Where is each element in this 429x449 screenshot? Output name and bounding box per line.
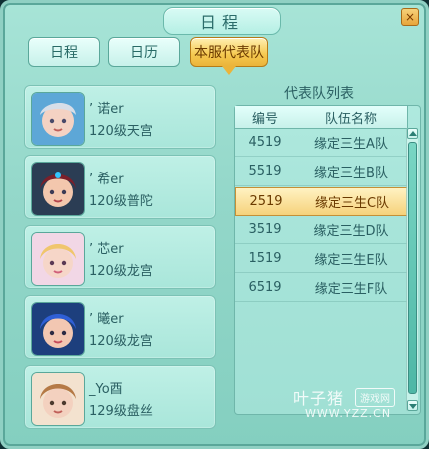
team-id: 2519	[249, 194, 283, 209]
header-name: 队伍名称	[324, 111, 377, 127]
team-id: 4519	[248, 135, 282, 150]
team-id: 6519	[248, 280, 282, 295]
team-row[interactable]: 6519 缘定三生F队	[235, 274, 407, 302]
player-name: ’ 曦er	[89, 312, 124, 327]
tab-calendar[interactable]: 日历	[108, 37, 180, 67]
player-card-1[interactable]: ’ 诺er 120级天宫	[24, 85, 216, 149]
team-scrollbar[interactable]	[406, 128, 418, 411]
header-id: 编号	[251, 111, 278, 127]
player-level: 129级盘丝	[89, 404, 153, 419]
team-table: 编号 队伍名称 4519 缘定三生A队 5519 缘定三生B队 2519 缘定三…	[234, 105, 421, 415]
avatar-icon	[31, 92, 85, 146]
watermark-tag: 游戏网	[355, 388, 395, 407]
player-list: ’ 诺er 120级天宫 ’ 希er 120级普陀 ’ 芯er 120级龙宫 ’…	[24, 85, 216, 443]
player-level: 120级龙宫	[89, 264, 153, 279]
team-name: 缘定三生C队	[314, 196, 390, 211]
scroll-up-icon[interactable]	[407, 128, 418, 139]
avatar-icon	[31, 302, 85, 356]
team-row-selected[interactable]: 2519 缘定三生C队	[235, 187, 407, 216]
player-level: 120级天宫	[89, 124, 153, 139]
close-icon: ×	[404, 10, 416, 24]
team-table-rows: 4519 缘定三生A队 5519 缘定三生B队 2519 缘定三生C队 3519…	[235, 129, 407, 411]
watermark-brand: 叶子猪	[293, 389, 345, 408]
team-name: 缘定三生B队	[314, 166, 388, 181]
team-id: 3519	[248, 222, 282, 237]
team-table-header: 编号 队伍名称	[235, 106, 408, 129]
player-name: ’ 芯er	[89, 242, 124, 257]
team-list-title: 代表队列表	[284, 86, 354, 102]
player-name: ’ 诺er	[89, 102, 124, 117]
player-card-3[interactable]: ’ 芯er 120级龙宫	[24, 225, 216, 289]
team-id: 5519	[248, 164, 282, 179]
player-level: 120级龙宫	[89, 334, 153, 349]
player-card-2[interactable]: ’ 希er 120级普陀	[24, 155, 216, 219]
player-card-5[interactable]: _Yo酉 129级盘丝	[24, 365, 216, 429]
team-name: 缘定三生F队	[314, 282, 388, 297]
tab-schedule[interactable]: 日程	[28, 37, 100, 67]
window-title: 日程	[163, 7, 281, 35]
player-name: _Yo酉	[89, 382, 123, 397]
team-name: 缘定三生D队	[313, 224, 389, 239]
tab-server-team[interactable]: 本服代表队	[190, 37, 268, 67]
team-row[interactable]: 5519 缘定三生B队	[235, 158, 407, 186]
team-id: 1519	[248, 251, 282, 266]
avatar-icon	[31, 372, 85, 426]
close-button[interactable]: ×	[401, 8, 419, 26]
team-name: 缘定三生E队	[314, 253, 388, 268]
scroll-thumb[interactable]	[408, 142, 417, 394]
player-card-4[interactable]: ’ 曦er 120级龙宫	[24, 295, 216, 359]
avatar-icon	[31, 232, 85, 286]
player-name: ’ 希er	[89, 172, 124, 187]
schedule-window: 日程 × 日程 日历 本服代表队 ’ 诺er 120级天宫 ’ 希er 120级…	[0, 0, 429, 449]
watermark-url: WWW.YZZ.CN	[305, 407, 392, 420]
team-row[interactable]: 1519 缘定三生E队	[235, 245, 407, 273]
team-row[interactable]: 3519 缘定三生D队	[235, 216, 407, 244]
team-row[interactable]: 4519 缘定三生A队	[235, 129, 407, 157]
watermark: 叶子猪 游戏网 WWW.YZZ.CN	[293, 385, 423, 429]
team-name: 缘定三生A队	[314, 137, 388, 152]
player-level: 120级普陀	[89, 194, 153, 209]
avatar-icon	[31, 162, 85, 216]
